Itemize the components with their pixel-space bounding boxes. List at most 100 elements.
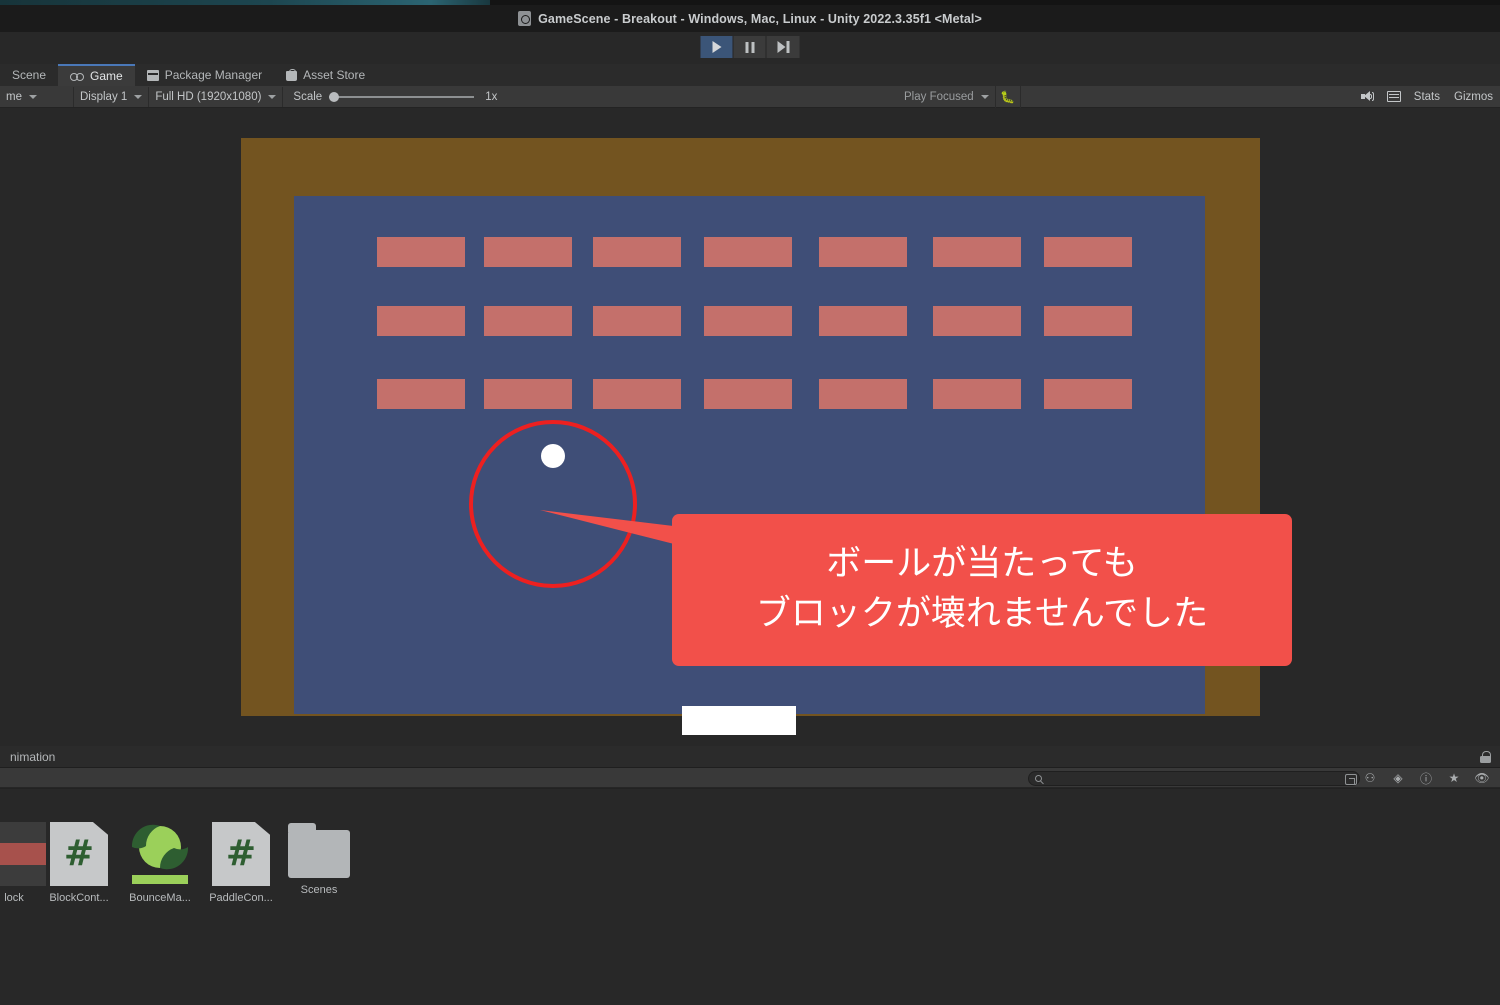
brick: [1044, 306, 1132, 336]
info-icon[interactable]: ⓘ: [1412, 768, 1440, 788]
game-icon: [70, 70, 85, 82]
brick: [704, 379, 792, 409]
physics-material-icon: [128, 822, 192, 886]
hash-glyph: #: [225, 833, 257, 874]
asset-item-blockcontroller[interactable]: # BlockCont...: [37, 822, 121, 904]
game-toolbar-right-group: Stats Gizmos: [1355, 86, 1500, 108]
tab-game[interactable]: Game: [58, 64, 135, 86]
display-label: Display 1: [80, 90, 128, 103]
pause-button[interactable]: [733, 36, 767, 58]
asset-item-scenes[interactable]: Scenes: [277, 822, 361, 896]
chevron-down-icon: [268, 94, 277, 99]
chevron-down-icon: [134, 94, 143, 99]
asset-label: PaddleCon...: [209, 892, 273, 904]
debug-icon: 🐛: [1000, 90, 1016, 104]
scale-label: Scale: [293, 90, 323, 103]
asset-label: BlockCont...: [49, 892, 109, 904]
csharp-script-icon: #: [212, 822, 270, 886]
game-paddle: [682, 706, 796, 735]
annotation-callout: ボールが当たっても ブロックが壊れませんでした: [672, 514, 1292, 666]
brick: [704, 237, 792, 267]
folder-icon: [288, 823, 350, 878]
tab-scene-label: Scene: [12, 68, 47, 82]
asset-label: Scenes: [300, 884, 338, 896]
title-bar: GameScene - Breakout - Windows, Mac, Lin…: [0, 5, 1500, 32]
search-box[interactable]: [1028, 771, 1360, 786]
label-icon[interactable]: ◈: [1384, 768, 1412, 788]
tab-package-manager-label: Package Manager: [164, 68, 263, 82]
package-icon: [146, 69, 159, 81]
pause-icon: [745, 41, 754, 53]
hash-glyph: #: [63, 833, 95, 874]
transport-controls: [700, 36, 800, 58]
brick: [704, 306, 792, 336]
scale-slider-knob[interactable]: [329, 91, 340, 102]
step-icon: [777, 41, 789, 53]
search-input[interactable]: [1047, 773, 1353, 784]
game-viewport[interactable]: ボールが当たっても ブロックが壊れませんでした: [0, 108, 1500, 746]
brick: [933, 237, 1021, 267]
chevron-down-icon: [28, 94, 37, 99]
aspect-button[interactable]: [1381, 86, 1407, 108]
store-icon: [286, 69, 298, 81]
asset-item-paddlecontroller[interactable]: # PaddleCon...: [199, 822, 283, 904]
brick: [377, 237, 465, 267]
brick: [819, 237, 907, 267]
resolution-dropdown[interactable]: Full HD (1920x1080): [149, 86, 284, 107]
game-view-toolbar: me Display 1 Full HD (1920x1080) Scale 1…: [0, 86, 1500, 108]
bottom-panel-tab-bar: nimation: [0, 746, 1500, 768]
tab-scene[interactable]: Scene: [0, 64, 58, 86]
filter-icon[interactable]: ⚇: [1356, 768, 1384, 788]
star-icon[interactable]: ★: [1440, 768, 1468, 788]
grid-icon: [1386, 91, 1401, 102]
window-title: GameScene - Breakout - Windows, Mac, Lin…: [538, 11, 982, 26]
unity-editor-window: GameScene - Breakout - Windows, Mac, Lin…: [0, 0, 1500, 1005]
debug-button[interactable]: 🐛: [994, 86, 1021, 108]
tab-animation[interactable]: nimation: [0, 746, 65, 768]
view-mode-dropdown[interactable]: me: [0, 86, 74, 107]
scale-slider[interactable]: [329, 91, 475, 102]
editor-tab-bar: Scene Game Package Manager Asset Store: [0, 64, 1500, 86]
brick: [819, 306, 907, 336]
annotation-line-1: ボールが当たっても: [826, 544, 1138, 585]
view-mode-label: me: [6, 90, 22, 103]
play-toolbar: [0, 32, 1500, 64]
step-button[interactable]: [766, 36, 800, 58]
brick: [593, 379, 681, 409]
scale-slider-group[interactable]: Scale 1x: [283, 87, 503, 107]
project-filter-icons: ⚇ ◈ ⓘ ★ 👁: [1356, 768, 1496, 788]
csharp-script-icon: #: [50, 822, 108, 886]
play-button[interactable]: [700, 36, 734, 58]
chevron-down-icon: [980, 95, 989, 99]
tab-asset-store-label: Asset Store: [303, 68, 366, 82]
play-mode-label: Play Focused: [904, 91, 974, 103]
brick: [933, 379, 1021, 409]
project-assets-grid: lock # BlockCont... BounceMa... # Paddle…: [0, 789, 1500, 1005]
play-mode-dropdown[interactable]: Play Focused: [898, 87, 995, 107]
scale-value: 1x: [485, 90, 498, 103]
display-dropdown[interactable]: Display 1: [74, 86, 150, 107]
brick: [484, 237, 572, 267]
lock-icon[interactable]: [1480, 750, 1491, 763]
eye-icon[interactable]: 👁: [1468, 768, 1496, 788]
brick: [484, 379, 572, 409]
brick: [377, 379, 465, 409]
brick: [484, 306, 572, 336]
brick: [933, 306, 1021, 336]
tab-package-manager[interactable]: Package Manager: [135, 64, 274, 86]
tab-asset-store[interactable]: Asset Store: [274, 64, 377, 86]
mute-audio-icon: [1361, 91, 1375, 102]
asset-item-bouncematerial[interactable]: BounceMa...: [118, 822, 202, 904]
project-search-row: ⚇ ◈ ⓘ ★ 👁: [0, 768, 1500, 788]
brick: [593, 306, 681, 336]
brick: [377, 306, 465, 336]
resolution-label: Full HD (1920x1080): [155, 90, 262, 103]
mute-audio-button[interactable]: [1355, 86, 1381, 108]
brick: [593, 237, 681, 267]
stats-button[interactable]: Stats: [1407, 91, 1447, 103]
annotation-line-2: ブロックが壊れませんでした: [755, 594, 1209, 634]
gizmos-button[interactable]: Gizmos: [1447, 91, 1500, 103]
search-icon: [1035, 775, 1042, 782]
tab-game-label: Game: [90, 69, 123, 83]
brick: [819, 379, 907, 409]
